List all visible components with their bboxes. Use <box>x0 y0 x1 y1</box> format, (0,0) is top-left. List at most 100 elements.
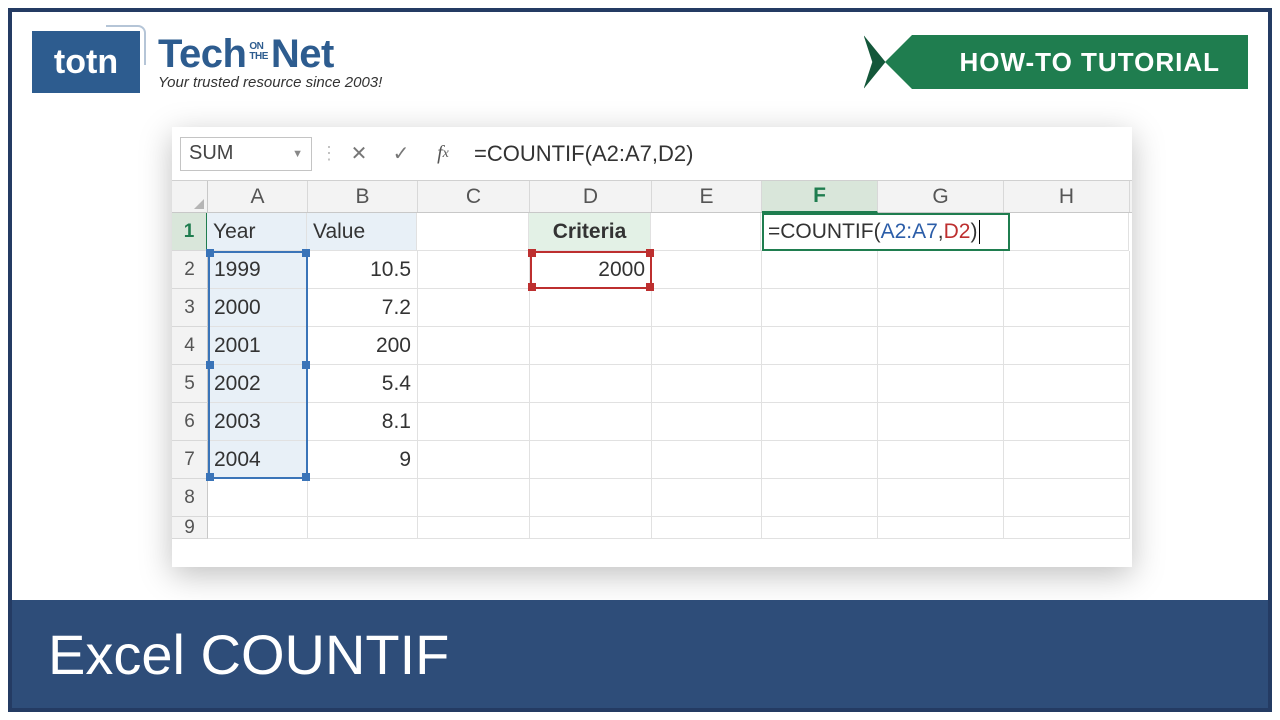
cell-B1[interactable]: Value <box>307 213 417 251</box>
accept-formula-button[interactable]: ✓ <box>384 137 418 171</box>
row-header-2[interactable]: 2 <box>172 251 208 289</box>
cell-F9[interactable] <box>762 517 878 539</box>
cell-G8[interactable] <box>878 479 1004 517</box>
cell-G6[interactable] <box>878 403 1004 441</box>
cell-F6[interactable] <box>762 403 878 441</box>
cell-E3[interactable] <box>652 289 762 327</box>
cell-D7[interactable] <box>530 441 652 479</box>
row-header-8[interactable]: 8 <box>172 479 208 517</box>
col-header-E[interactable]: E <box>652 181 762 212</box>
cell-H8[interactable] <box>1004 479 1130 517</box>
cell-E1[interactable] <box>651 213 761 251</box>
cell-B6[interactable]: 8.1 <box>308 403 418 441</box>
cell-G1[interactable] <box>877 213 1003 251</box>
col-header-H[interactable]: H <box>1004 181 1130 212</box>
cell-D1[interactable]: Criteria <box>529 213 651 251</box>
cell-D6[interactable] <box>530 403 652 441</box>
cell-H3[interactable] <box>1004 289 1130 327</box>
split-handle-icon[interactable]: ⋮ <box>320 143 334 164</box>
cell-H6[interactable] <box>1004 403 1130 441</box>
cell-G3[interactable] <box>878 289 1004 327</box>
col-header-D[interactable]: D <box>530 181 652 212</box>
cell-E8[interactable] <box>652 479 762 517</box>
cell-E4[interactable] <box>652 327 762 365</box>
cell-E2[interactable] <box>652 251 762 289</box>
tutorial-ribbon: HOW-TO TUTORIAL <box>912 35 1249 89</box>
cell-E7[interactable] <box>652 441 762 479</box>
cell-C2[interactable] <box>418 251 530 289</box>
row-header-4[interactable]: 4 <box>172 327 208 365</box>
cell-D2[interactable]: 2000 <box>530 251 652 289</box>
row-header-5[interactable]: 5 <box>172 365 208 403</box>
header: totn TechONTHENet Your trusted resource … <box>12 12 1268 112</box>
row-header-7[interactable]: 7 <box>172 441 208 479</box>
cell-A8[interactable] <box>208 479 308 517</box>
cell-G2[interactable] <box>878 251 1004 289</box>
logo-group: totn TechONTHENet Your trusted resource … <box>32 31 382 93</box>
col-header-A[interactable]: A <box>208 181 308 212</box>
cell-B8[interactable] <box>308 479 418 517</box>
cell-F4[interactable] <box>762 327 878 365</box>
cell-C3[interactable] <box>418 289 530 327</box>
cell-H5[interactable] <box>1004 365 1130 403</box>
cell-C7[interactable] <box>418 441 530 479</box>
cell-B7[interactable]: 9 <box>308 441 418 479</box>
cell-G9[interactable] <box>878 517 1004 539</box>
cell-D4[interactable] <box>530 327 652 365</box>
cancel-formula-button[interactable]: ✕ <box>342 137 376 171</box>
cell-F8[interactable] <box>762 479 878 517</box>
cell-C6[interactable] <box>418 403 530 441</box>
row-header-3[interactable]: 3 <box>172 289 208 327</box>
formula-input[interactable] <box>468 137 1124 171</box>
cell-H9[interactable] <box>1004 517 1130 539</box>
name-box[interactable]: SUM ▼ <box>180 137 312 171</box>
cell-D9[interactable] <box>530 517 652 539</box>
cell-C8[interactable] <box>418 479 530 517</box>
cell-A4[interactable]: 2001 <box>208 327 308 365</box>
row-header-1[interactable]: 1 <box>172 213 208 251</box>
cell-D3[interactable] <box>530 289 652 327</box>
cell-H2[interactable] <box>1004 251 1130 289</box>
row-header-6[interactable]: 6 <box>172 403 208 441</box>
col-header-G[interactable]: G <box>878 181 1004 212</box>
cell-H1[interactable] <box>1003 213 1129 251</box>
cell-A5[interactable]: 2002 <box>208 365 308 403</box>
row-header-9[interactable]: 9 <box>172 517 208 539</box>
cell-C9[interactable] <box>418 517 530 539</box>
cell-B2[interactable]: 10.5 <box>308 251 418 289</box>
cell-A2[interactable]: 1999 <box>208 251 308 289</box>
cell-H4[interactable] <box>1004 327 1130 365</box>
cell-A9[interactable] <box>208 517 308 539</box>
cell-C1[interactable] <box>417 213 529 251</box>
cell-G5[interactable] <box>878 365 1004 403</box>
cell-D8[interactable] <box>530 479 652 517</box>
col-header-F[interactable]: F <box>762 181 878 213</box>
cell-G7[interactable] <box>878 441 1004 479</box>
cell-H7[interactable] <box>1004 441 1130 479</box>
cell-E6[interactable] <box>652 403 762 441</box>
cell-A1[interactable]: Year <box>207 213 307 251</box>
cell-D5[interactable] <box>530 365 652 403</box>
cell-E9[interactable] <box>652 517 762 539</box>
cell-A7[interactable]: 2004 <box>208 441 308 479</box>
cell-C5[interactable] <box>418 365 530 403</box>
cell-B3[interactable]: 7.2 <box>308 289 418 327</box>
cell-B9[interactable] <box>308 517 418 539</box>
cell-E5[interactable] <box>652 365 762 403</box>
col-header-B[interactable]: B <box>308 181 418 212</box>
col-header-C[interactable]: C <box>418 181 530 212</box>
select-all-corner[interactable] <box>172 181 208 212</box>
insert-function-button[interactable]: fx <box>426 137 460 171</box>
spreadsheet-grid[interactable]: A B C D E F G H 1 Year Value Criteria <box>172 181 1132 539</box>
cell-F2[interactable] <box>762 251 878 289</box>
cell-A3[interactable]: 2000 <box>208 289 308 327</box>
cell-A6[interactable]: 2003 <box>208 403 308 441</box>
cell-B5[interactable]: 5.4 <box>308 365 418 403</box>
cell-F7[interactable] <box>762 441 878 479</box>
cell-F3[interactable] <box>762 289 878 327</box>
cell-F1[interactable] <box>761 213 877 251</box>
cell-F5[interactable] <box>762 365 878 403</box>
cell-G4[interactable] <box>878 327 1004 365</box>
cell-B4[interactable]: 200 <box>308 327 418 365</box>
cell-C4[interactable] <box>418 327 530 365</box>
